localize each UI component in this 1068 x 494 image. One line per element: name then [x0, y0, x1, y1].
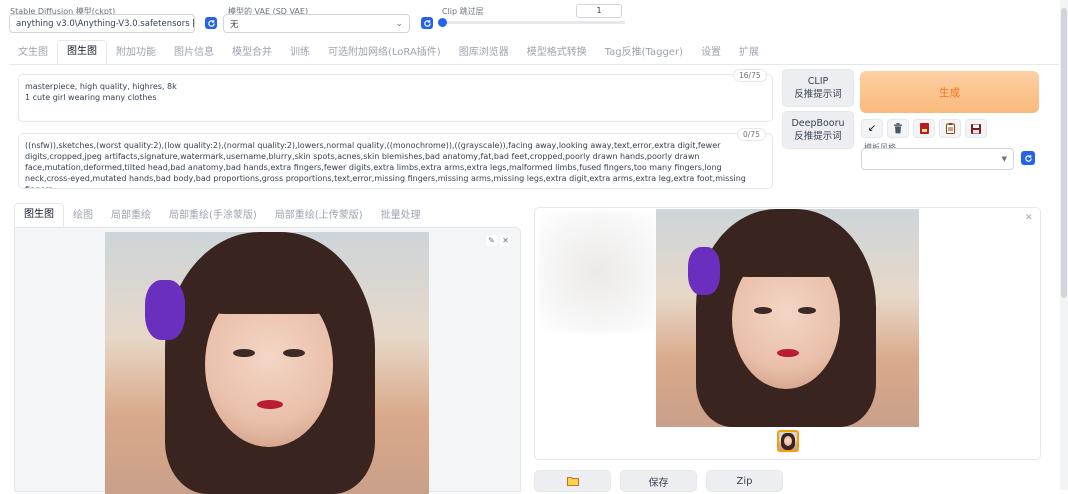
- main-tab[interactable]: 图库浏览器: [450, 42, 518, 64]
- deepbooru-button-line-2: 反推提示词: [794, 131, 842, 142]
- close-icon[interactable]: ✕: [1025, 213, 1033, 223]
- refresh-icon: [423, 19, 431, 27]
- main-tab[interactable]: 设置: [692, 42, 730, 64]
- floppy-disk-icon: [971, 123, 981, 134]
- vae-dropdown[interactable]: 无 ⌄: [223, 14, 410, 33]
- clip-button-line-1: CLIP: [807, 76, 829, 87]
- chevron-down-icon: ⌄: [395, 18, 403, 29]
- main-tab[interactable]: 训练: [281, 42, 319, 64]
- style-dropdown[interactable]: ▼: [861, 148, 1014, 170]
- refresh-icon: [1024, 154, 1032, 162]
- clip-skip-input[interactable]: 1: [576, 4, 622, 18]
- blurred-preview: [539, 212, 657, 332]
- save-style-button[interactable]: [965, 119, 987, 138]
- vae-refresh-button[interactable]: [421, 17, 433, 29]
- folder-icon: [566, 477, 579, 486]
- main-tab[interactable]: 图片信息: [165, 42, 223, 64]
- main-tab[interactable]: 图生图: [57, 40, 107, 64]
- prompt-line-2: 1 cute girl wearing many clothes: [25, 93, 157, 102]
- read-params-button[interactable]: ↙: [861, 119, 883, 138]
- clip-skip-label: Clip 跳过层: [442, 7, 484, 16]
- main-tab[interactable]: 模型合并: [223, 42, 281, 64]
- negative-prompt-text: ((nsfw)),sketches,(worst quality:2),(low…: [25, 141, 746, 188]
- show-extra-networks-button[interactable]: [913, 119, 935, 138]
- img2img-tab[interactable]: 局部重绘: [102, 205, 160, 227]
- input-image-panel[interactable]: ✎ ✕: [14, 227, 521, 494]
- clear-prompt-button[interactable]: [887, 119, 909, 138]
- red-card-icon: [919, 123, 929, 134]
- prompt-token-counter: 16/75: [733, 69, 767, 82]
- trash-icon: [894, 123, 902, 134]
- main-tab[interactable]: Tag反推(Tagger): [596, 42, 692, 64]
- ckpt-dropdown[interactable]: anything v3.0\Anything-V3.0.safetensors …: [9, 14, 195, 33]
- img2img-tab[interactable]: 局部重绘(手涂蒙版): [160, 205, 266, 227]
- edit-icon[interactable]: ✎: [486, 235, 497, 246]
- input-image: [105, 232, 429, 494]
- close-icon[interactable]: ✕: [500, 235, 511, 246]
- main-tab[interactable]: 文生图: [9, 42, 57, 64]
- caret-down-icon: ▼: [1001, 155, 1007, 163]
- clip-interrogate-button[interactable]: CLIP 反推提示词: [782, 69, 854, 107]
- vae-value: 无: [230, 19, 239, 30]
- refresh-icon: [207, 19, 215, 27]
- ckpt-refresh-button[interactable]: [205, 17, 217, 29]
- main-tab[interactable]: 可选附加网络(LoRA插件): [319, 42, 450, 64]
- zip-button[interactable]: Zip: [706, 470, 783, 492]
- negative-prompt-textarea[interactable]: ((nsfw)),sketches,(worst quality:2),(low…: [18, 133, 773, 189]
- img2img-tab[interactable]: 图生图: [14, 203, 64, 227]
- deepbooru-interrogate-button[interactable]: DeepBooru 反推提示词: [782, 111, 854, 149]
- output-gallery-panel: ✕: [534, 207, 1041, 460]
- arrow-down-left-icon: ↙: [867, 123, 877, 134]
- img2img-tab-bar: 图生图 绘图 局部重绘 局部重绘(手涂蒙版) 局部重绘(上传蒙版) 批量处理: [14, 203, 522, 227]
- clip-skip-slider-thumb[interactable]: [438, 18, 447, 27]
- output-thumbnail[interactable]: [777, 430, 799, 452]
- clip-skip-slider-track[interactable]: [442, 21, 625, 24]
- save-button[interactable]: 保存: [620, 470, 697, 492]
- prompt-textarea[interactable]: masterpiece, high quality, highres, 8k 1…: [18, 74, 773, 122]
- ckpt-value: anything v3.0\Anything-V3.0.safetensors …: [16, 18, 194, 29]
- negative-token-counter: 0/75: [737, 128, 766, 141]
- clip-button-line-2: 反推提示词: [794, 89, 842, 100]
- prompt-line-1: masterpiece, high quality, highres, 8k: [25, 82, 177, 91]
- main-tab[interactable]: 扩展: [730, 42, 768, 64]
- main-tab-bar: 文生图 图生图 附加功能 图片信息 模型合并 训练 可选附加网络(LoRA插件) 图库浏览器模…: [9, 40, 1059, 65]
- main-tab[interactable]: 模型格式转换: [518, 42, 596, 64]
- apply-style-button[interactable]: [939, 119, 961, 138]
- scrollbar[interactable]: [1060, 0, 1068, 490]
- img2img-tab[interactable]: 局部重绘(上传蒙版): [266, 205, 372, 227]
- style-refresh-button[interactable]: [1021, 151, 1035, 165]
- open-folder-button[interactable]: [534, 470, 611, 492]
- generate-button[interactable]: 生成: [860, 71, 1039, 113]
- img2img-tab[interactable]: 绘图: [64, 205, 102, 227]
- deepbooru-button-line-1: DeepBooru: [791, 118, 845, 129]
- output-image[interactable]: [656, 209, 919, 427]
- img2img-tab[interactable]: 批量处理: [372, 205, 430, 227]
- clipboard-icon: [945, 123, 955, 134]
- main-tab[interactable]: 附加功能: [107, 42, 165, 64]
